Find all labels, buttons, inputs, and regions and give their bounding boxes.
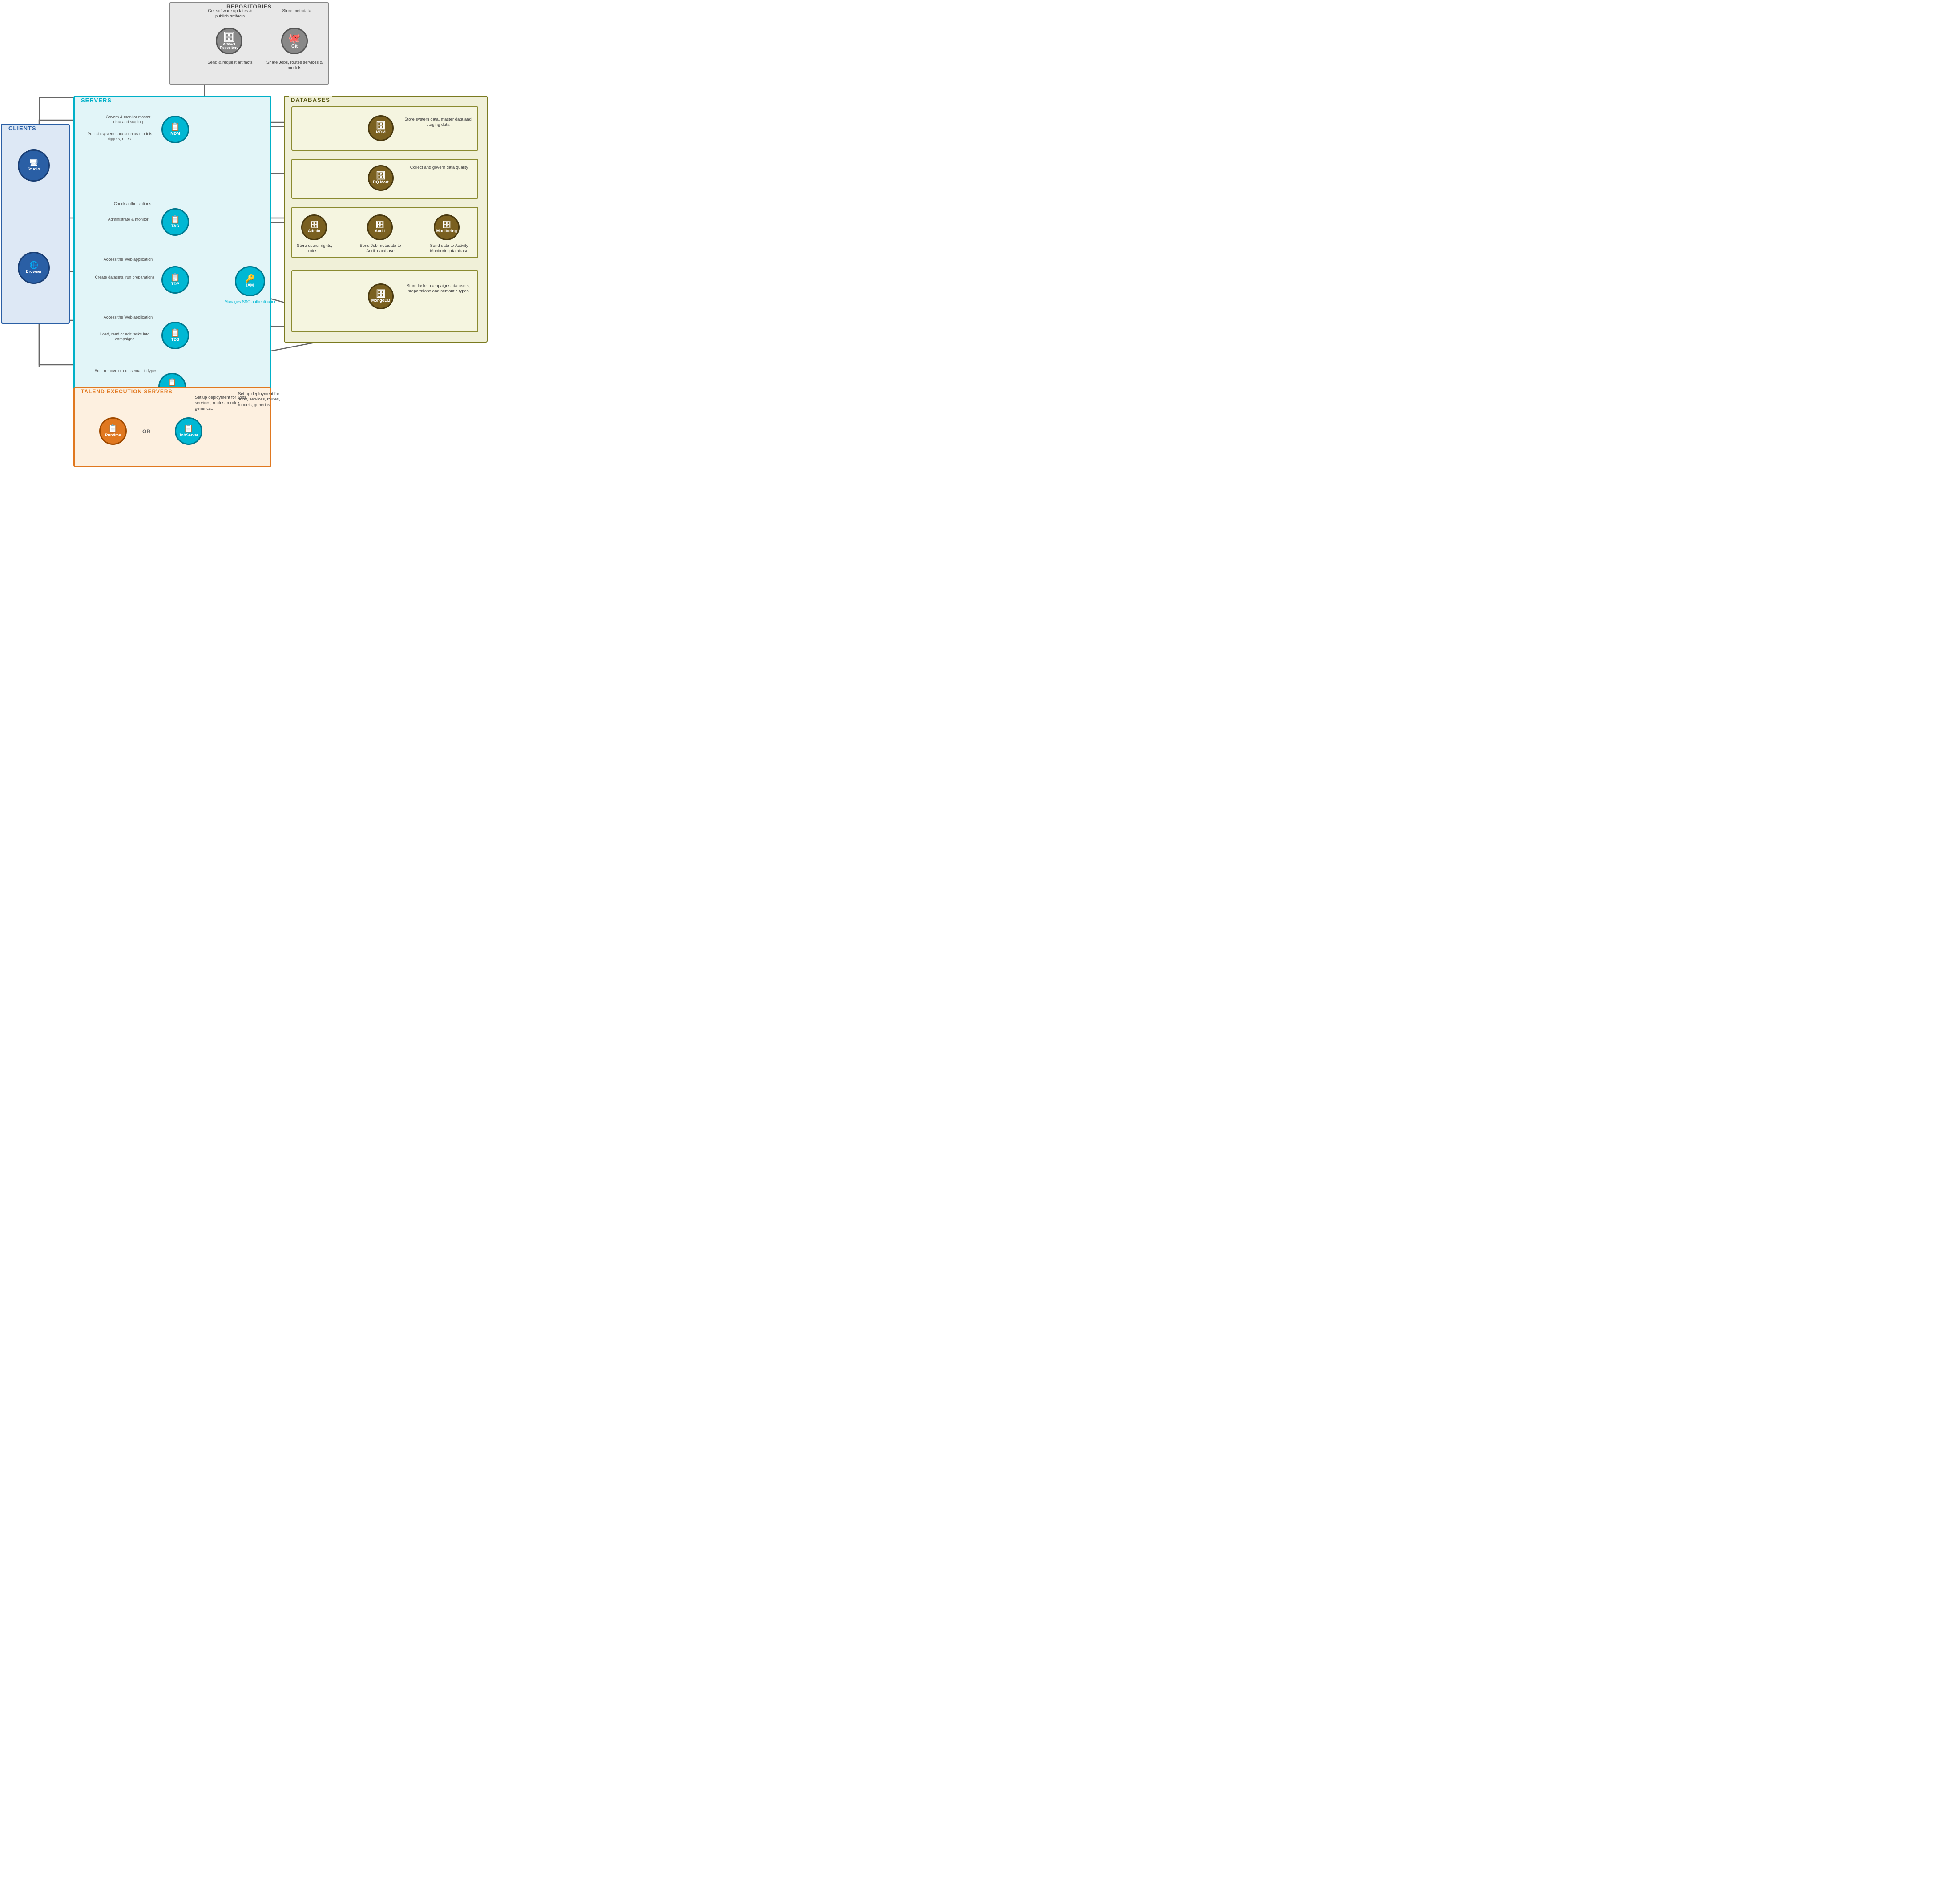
clients-box: CLIENTS 🖥 Studio 🌐 Browser [1,124,70,324]
dqmart-db-desc: Collect and govern data quality [406,165,472,170]
mdm-server-icon[interactable]: 📋 MDM [161,116,189,143]
runtime-label: Runtime [105,433,121,438]
tac-db-section: 🗄 Admin Store users, rights, roles... 🗄 … [291,207,478,258]
databases-title: DATABASES [289,96,332,104]
tds-desc2: Load, read or edit tasks into campaigns [93,332,157,342]
studio-icon[interactable]: 🖥 Studio [18,149,50,182]
mdm-db-desc: Store system data, master data and stagi… [403,117,472,128]
tdp-server-icon[interactable]: 📋 TDP [161,266,189,294]
admin-db-desc: Store users, rights, roles... [294,243,335,254]
artifact-repo-desc-top: Get software updates & publish artifacts [206,8,254,20]
or-arrow [130,428,175,436]
iam-server-label: IAM [246,283,254,288]
monitoring-db-label: Monitoring [436,229,457,234]
iam-desc: Manages SSO authentication [222,299,279,304]
tac-desc1: Check authorizations [106,202,159,206]
git-label: Git [291,44,298,49]
iam-server-icon[interactable]: 🔑 IAM [235,266,265,296]
admin-db-icon: 🗄 Admin [301,214,327,240]
servers-box: SERVERS Govern & monitor master data and… [73,96,271,416]
diagram-container: REPOSITORIES Get software updates & publ… [0,0,490,472]
audit-db-icon: 🗄 Audit [367,214,393,240]
mdm-desc1: Govern & monitor master data and staging [101,115,155,125]
tac-server-label: TAC [171,224,179,229]
runtime-icon[interactable]: 📋 Runtime [99,417,127,445]
dict-desc1: Add, remove or edit semantic types [93,368,159,373]
admin-db-label: Admin [308,229,320,234]
artifact-repo-bottom-text: Send & request artifacts [203,60,257,65]
dqmart-db-section: 🗄 DQ Mart Collect and govern data qualit… [291,159,478,199]
browser-icon[interactable]: 🌐 Browser [18,252,50,284]
execution-title: TALEND EXECUTION SERVERS [79,388,174,395]
mdm-server-label: MDM [170,132,180,136]
artifact-repo-label: Artifact Repository [217,43,241,50]
jobserver-label: JobServer [179,433,198,438]
git-top-text: Store metadata [274,8,319,14]
repositories-box: REPOSITORIES Get software updates & publ… [169,2,329,85]
mdm-db-icon: 🗄 MDM [368,115,394,141]
tdp-desc2: Create datasets, run preparations [93,275,157,280]
tds-server-icon[interactable]: 📋 TDS [161,322,189,349]
audit-db-label: Audit [375,229,385,234]
audit-db-desc: Send Job metadata to Audit database [358,243,403,254]
monitoring-db-desc: Send data to Activity Monitoring databas… [423,243,475,254]
mongodb-db-label: MongoDB [371,299,391,303]
git-icon: 🐙 Git [281,28,308,54]
jobserver-icon[interactable]: 📋 JobServer [175,417,202,445]
artifact-repository-icon: 🗄 Artifact Repository [216,28,242,54]
artifact-repo-top-text: Get software updates & publish artifacts [206,8,254,20]
tdp-server-label: TDP [171,282,179,287]
servers-title: SERVERS [79,97,113,104]
mdm-desc2: Publish system data such as models, trig… [84,132,157,141]
dqmart-db-label: DQ Mart [373,180,388,185]
databases-box: DATABASES 🗄 MDM Store system data, maste… [284,96,488,343]
dqmart-db-icon: 🗄 DQ Mart [368,165,394,191]
browser-label: Browser [26,270,42,274]
deployment-desc-label: Set up deployment forJobs, services, rou… [238,392,307,408]
mongodb-db-icon: 🗄 MongoDB [368,283,394,309]
tds-desc1: Access the Web application [99,315,157,320]
studio-label: Studio [28,167,40,172]
mongodb-db-desc: Store tasks, campaigns, datasets, prepar… [403,283,474,295]
tac-desc2: Administrate & monitor [99,217,157,222]
tds-server-label: TDS [171,338,179,342]
clients-title: CLIENTS [7,125,38,132]
mongodb-db-section: 🗄 MongoDB Store tasks, campaigns, datase… [291,270,478,332]
mdm-db-label: MDM [376,130,386,135]
tdp-desc1: Access the Web application [99,257,157,262]
git-bottom-text: Share Jobs, routes services & models [266,60,323,71]
tac-server-icon[interactable]: 📋 TAC [161,208,189,236]
mdm-db-section: 🗄 MDM Store system data, master data and… [291,106,478,151]
monitoring-db-icon: 🗄 Monitoring [434,214,460,240]
